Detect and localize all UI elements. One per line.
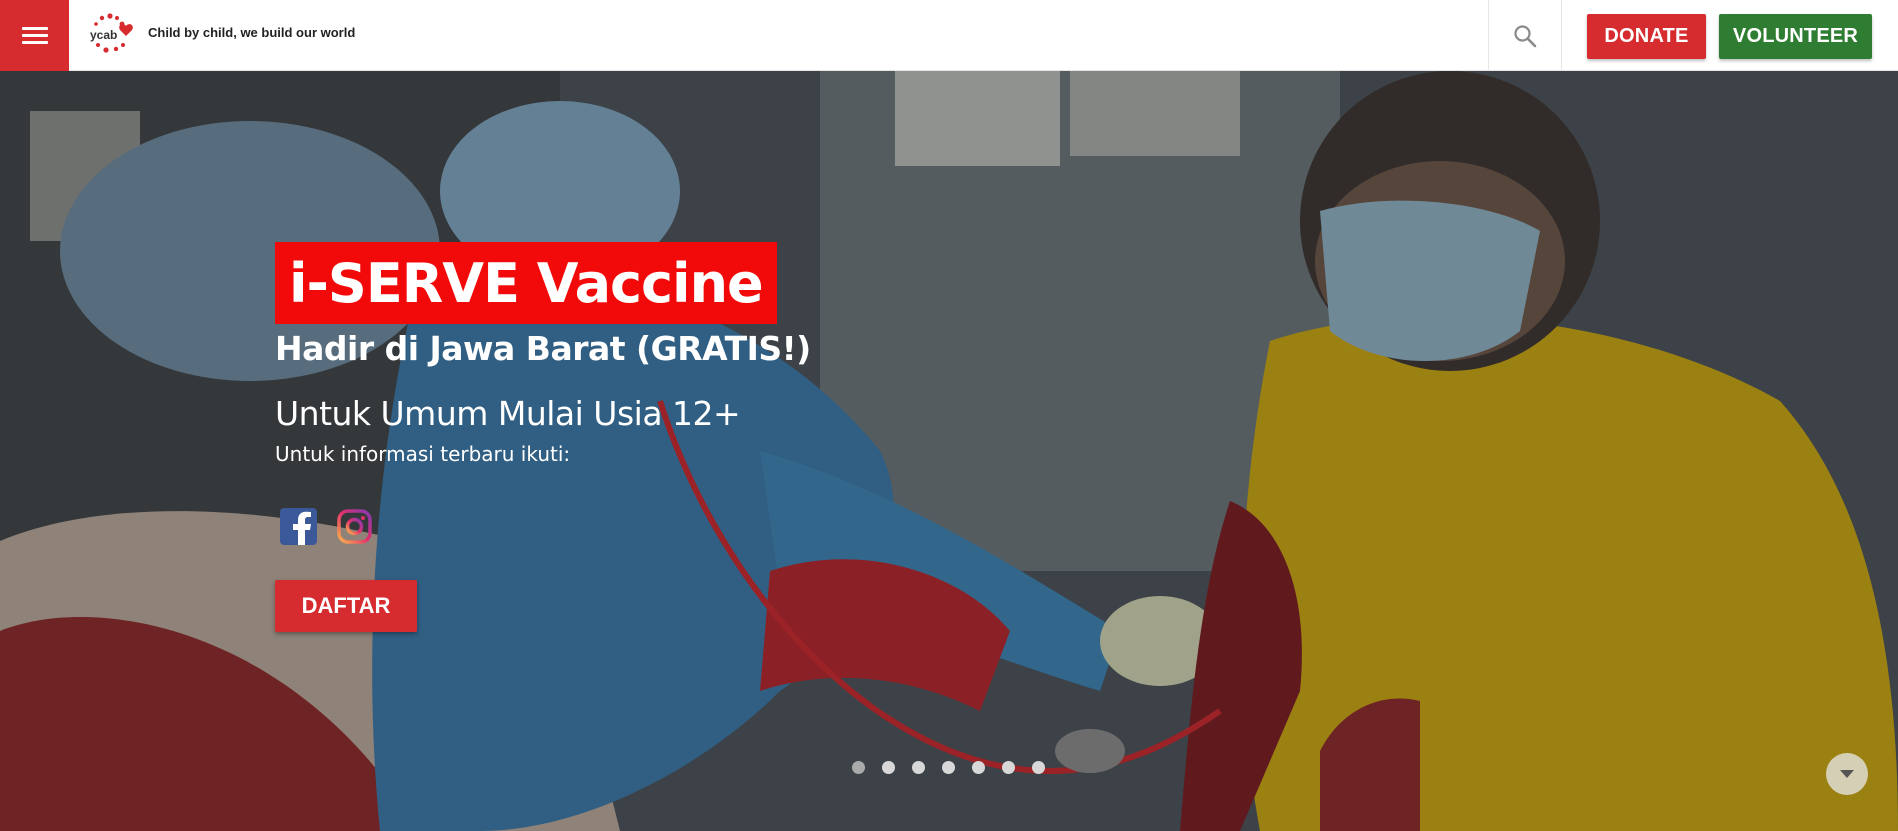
site-header: ycab Child by child, we build our world …: [0, 0, 1898, 71]
carousel-indicators: [852, 761, 1045, 774]
carousel-dot[interactable]: [852, 761, 865, 774]
volunteer-button[interactable]: VOLUNTEER: [1719, 14, 1872, 59]
search-button[interactable]: [1488, 0, 1562, 71]
hero-follow-text: Untuk informasi terbaru ikuti:: [275, 442, 571, 466]
hero-carousel: i-SERVE Vaccine Hadir di Jawa Barat (GRA…: [0, 71, 1898, 831]
search-icon: [1514, 24, 1537, 47]
hero-title: i-SERVE Vaccine: [275, 242, 777, 324]
scroll-down-button[interactable]: [1826, 753, 1868, 795]
carousel-dot[interactable]: [1002, 761, 1015, 774]
carousel-dot[interactable]: [972, 761, 985, 774]
carousel-dot[interactable]: [882, 761, 895, 774]
facebook-icon[interactable]: [280, 508, 317, 545]
site-tagline: Child by child, we build our world: [148, 25, 356, 40]
menu-button[interactable]: [0, 0, 69, 71]
hero-subtitle: Hadir di Jawa Barat (GRATIS!): [275, 329, 811, 368]
instagram-icon[interactable]: [336, 508, 373, 545]
carousel-dot[interactable]: [942, 761, 955, 774]
register-button[interactable]: DAFTAR: [275, 580, 417, 632]
carousel-dot[interactable]: [912, 761, 925, 774]
carousel-dot[interactable]: [1032, 761, 1045, 774]
menu-icon: [21, 26, 48, 45]
chevron-down-icon: [1840, 770, 1854, 778]
ycab-logo[interactable]: ycab: [88, 12, 138, 56]
hero-age-info: Untuk Umum Mulai Usia 12+: [275, 394, 741, 433]
svg-text:ycab: ycab: [90, 28, 117, 42]
donate-button[interactable]: DONATE: [1587, 14, 1706, 59]
